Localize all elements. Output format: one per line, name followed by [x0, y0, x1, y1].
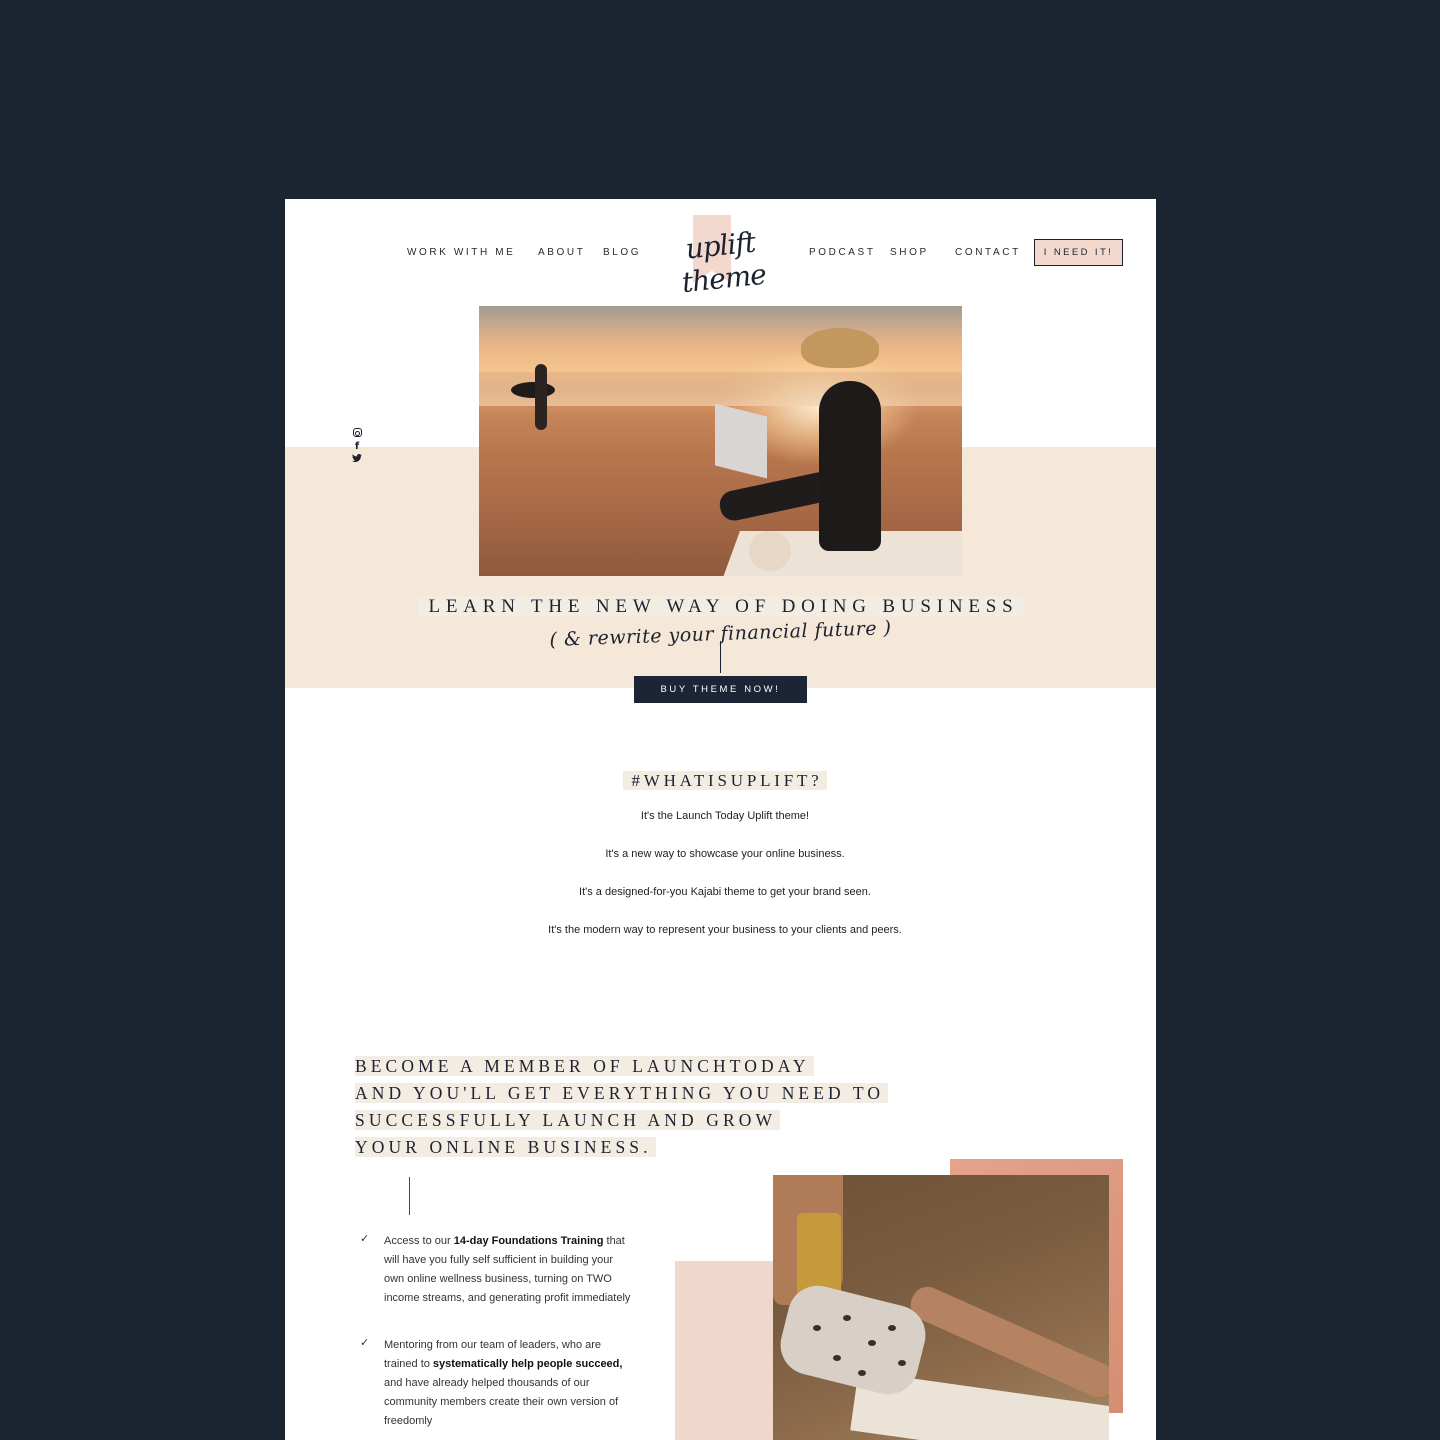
- nav-contact[interactable]: CONTACT: [955, 247, 1021, 258]
- model-photo: [773, 1175, 1109, 1440]
- twitter-icon[interactable]: [351, 454, 363, 467]
- instagram-icon[interactable]: [351, 427, 363, 438]
- nav-work-with-me[interactable]: WORK WITH ME: [407, 247, 515, 258]
- uplift-line: It's a designed-for-you Kajabi theme to …: [579, 886, 871, 898]
- site-logo[interactable]: uplift theme: [657, 207, 787, 299]
- uplift-line: It's the Launch Today Uplift theme!: [640, 810, 810, 822]
- hero-beach-photo: [479, 306, 962, 576]
- member-heading: BECOME A MEMBER OF LAUNCHTODAY AND YOU'L…: [355, 1053, 889, 1161]
- hero-divider: [720, 641, 721, 673]
- nav-about[interactable]: ABOUT: [538, 247, 585, 258]
- member-divider: [409, 1177, 410, 1215]
- buy-theme-button[interactable]: BUY THEME NOW!: [634, 676, 807, 703]
- nav-shop[interactable]: SHOP: [890, 247, 929, 258]
- i-need-it-button[interactable]: I NEED IT!: [1034, 239, 1123, 266]
- nav-podcast[interactable]: PODCAST: [809, 247, 876, 258]
- uplift-line: It's a new way to showcase your online b…: [605, 848, 845, 860]
- facebook-icon[interactable]: f: [351, 441, 363, 453]
- decorative-pink-block: [675, 1261, 773, 1440]
- checkmark-icon: ✓: [360, 1336, 370, 1349]
- uplift-line: It's the modern way to represent your bu…: [548, 924, 902, 936]
- nav-blog[interactable]: BLOG: [603, 247, 641, 258]
- website-page: WORK WITH ME ABOUT BLOG uplift theme POD…: [285, 199, 1156, 1440]
- logo-text: uplift theme: [680, 225, 768, 300]
- whatisuplift-heading: #WHATISUPLIFT?: [285, 771, 1156, 791]
- checkmark-icon: ✓: [360, 1232, 370, 1245]
